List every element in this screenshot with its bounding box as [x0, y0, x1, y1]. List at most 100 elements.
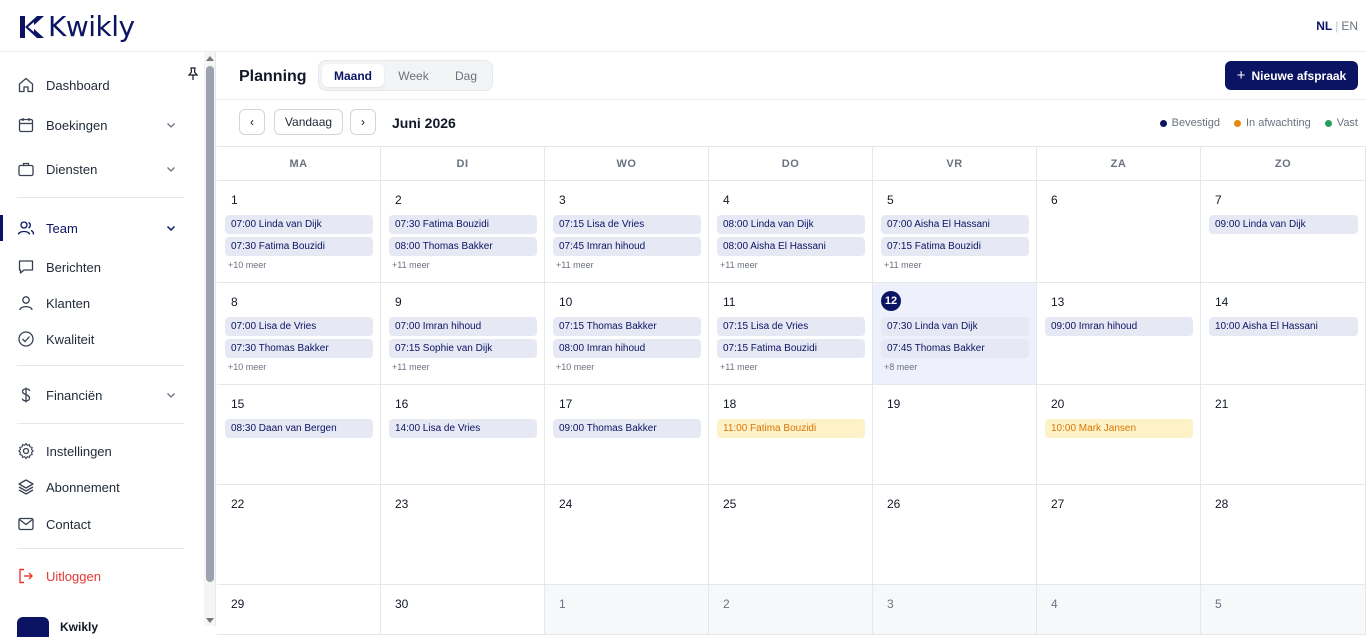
calendar-day[interactable]: 29	[217, 585, 381, 634]
more-appointments-link[interactable]: +11 meer	[392, 362, 430, 372]
appointment-chip[interactable]: 07:15 Thomas Bakker	[553, 317, 701, 336]
more-appointments-link[interactable]: +10 meer	[228, 362, 266, 372]
calendar-day[interactable]: 5	[1201, 585, 1366, 634]
sidebar-item-dashboard[interactable]: Dashboard	[0, 67, 204, 103]
appointment-chip[interactable]: 08:00 Imran hihoud	[553, 339, 701, 358]
sidebar-item-uitloggen[interactable]: Uitloggen	[0, 558, 204, 594]
chevron-down-icon[interactable]	[166, 223, 176, 233]
appointment-chip[interactable]: 07:30 Fatima Bouzidi	[225, 237, 373, 256]
sidebar-item-contact[interactable]: Contact	[0, 506, 204, 542]
calendar-day[interactable]: 11 07:15 Lisa de Vries 07:15 Fatima Bouzid…	[709, 283, 873, 384]
more-appointments-link[interactable]: +10 meer	[556, 362, 594, 372]
calendar-day[interactable]: 4	[1037, 585, 1201, 634]
sidebar-item-abonnement[interactable]: Abonnement	[0, 469, 204, 505]
calendar-day[interactable]: 21	[1201, 385, 1366, 484]
more-appointments-link[interactable]: +11 meer	[720, 362, 758, 372]
calendar-day[interactable]: 2	[709, 585, 873, 634]
tab-dag[interactable]: Dag	[443, 64, 489, 87]
calendar-day[interactable]: 27	[1037, 485, 1201, 584]
sidebar-item-diensten[interactable]: Diensten	[0, 151, 204, 187]
appointment-chip[interactable]: 07:00 Aisha El Hassani	[881, 215, 1029, 234]
calendar-day[interactable]: 3 07:15 Lisa de Vries 07:45 Imran hihoud +1…	[545, 181, 709, 282]
appointment-chip[interactable]: 07:15 Fatima Bouzidi	[717, 339, 865, 358]
tab-week[interactable]: Week	[386, 64, 441, 87]
scroll-thumb[interactable]	[206, 66, 214, 582]
app-logo[interactable]: Kwikly	[18, 10, 135, 43]
calendar-day[interactable]: 28	[1201, 485, 1366, 584]
appointment-chip[interactable]: 09:00 Thomas Bakker	[553, 419, 701, 438]
lang-en[interactable]: EN	[1341, 19, 1358, 33]
calendar-day[interactable]: 4 08:00 Linda van Dijk 08:00 Aisha El Hass…	[709, 181, 873, 282]
calendar-day[interactable]: 16 14:00 Lisa de Vries	[381, 385, 545, 484]
appointment-chip[interactable]: 11:00 Fatima Bouzidi	[717, 419, 865, 438]
scroll-up-arrow[interactable]	[206, 56, 214, 61]
chevron-down-icon[interactable]	[166, 120, 176, 130]
more-appointments-link[interactable]: +11 meer	[720, 260, 758, 270]
appointment-chip[interactable]: 08:00 Linda van Dijk	[717, 215, 865, 234]
sidebar-item-klanten[interactable]: Klanten	[0, 285, 204, 321]
chevron-down-icon[interactable]	[166, 390, 176, 400]
calendar-day[interactable]: 23	[381, 485, 545, 584]
sidebar-item-team[interactable]: Team	[0, 210, 204, 246]
calendar-day[interactable]: 17 09:00 Thomas Bakker	[545, 385, 709, 484]
scroll-down-arrow[interactable]	[206, 618, 214, 623]
sidebar-item-boekingen[interactable]: Boekingen	[0, 107, 204, 143]
appointment-chip[interactable]: 08:30 Daan van Bergen	[225, 419, 373, 438]
appointment-chip[interactable]: 07:00 Linda van Dijk	[225, 215, 373, 234]
appointment-chip[interactable]: 08:00 Aisha El Hassani	[717, 237, 865, 256]
appointment-chip[interactable]: 07:45 Imran hihoud	[553, 237, 701, 256]
more-appointments-link[interactable]: +11 meer	[392, 260, 430, 270]
appointment-chip[interactable]: 07:15 Lisa de Vries	[717, 317, 865, 336]
calendar-day[interactable]: 25	[709, 485, 873, 584]
appointment-chip[interactable]: 07:15 Fatima Bouzidi	[881, 237, 1029, 256]
calendar-day[interactable]: 14 10:00 Aisha El Hassani	[1201, 283, 1366, 384]
today-button[interactable]: Vandaag	[274, 109, 343, 135]
calendar-day[interactable]: 22	[217, 485, 381, 584]
next-month-button[interactable]: ›	[350, 109, 376, 135]
calendar-day[interactable]: 26	[873, 485, 1037, 584]
calendar-day[interactable]: 15 08:30 Daan van Bergen	[217, 385, 381, 484]
appointment-chip[interactable]: 07:45 Thomas Bakker	[881, 339, 1029, 358]
calendar-day[interactable]: 24	[545, 485, 709, 584]
calendar-day[interactable]: 8 07:00 Lisa de Vries 07:30 Thomas Bakker +…	[217, 283, 381, 384]
sidebar-item-berichten[interactable]: Berichten	[0, 249, 204, 285]
more-appointments-link[interactable]: +11 meer	[556, 260, 594, 270]
appointment-chip[interactable]: 07:00 Lisa de Vries	[225, 317, 373, 336]
calendar-day[interactable]: 3	[873, 585, 1037, 634]
calendar-day[interactable]: 30	[381, 585, 545, 634]
prev-month-button[interactable]: ‹	[239, 109, 265, 135]
appointment-chip[interactable]: 10:00 Aisha El Hassani	[1209, 317, 1358, 336]
more-appointments-link[interactable]: +8 meer	[884, 362, 917, 372]
calendar-day[interactable]: 1	[545, 585, 709, 634]
calendar-day[interactable]: 6	[1037, 181, 1201, 282]
appointment-chip[interactable]: 07:30 Thomas Bakker	[225, 339, 373, 358]
appointment-chip[interactable]: 07:15 Lisa de Vries	[553, 215, 701, 234]
appointment-chip[interactable]: 09:00 Imran hihoud	[1045, 317, 1193, 336]
appointment-chip[interactable]: 09:00 Linda van Dijk	[1209, 215, 1358, 234]
calendar-day[interactable]: 5 07:00 Aisha El Hassani 07:15 Fatima Bouz…	[873, 181, 1037, 282]
lang-nl[interactable]: NL	[1316, 19, 1332, 33]
chevron-down-icon[interactable]	[166, 164, 176, 174]
appointment-chip[interactable]: 08:00 Thomas Bakker	[389, 237, 537, 256]
calendar-day[interactable]: 18 11:00 Fatima Bouzidi	[709, 385, 873, 484]
calendar-day[interactable]: 10 07:15 Thomas Bakker 08:00 Imran hihoud +…	[545, 283, 709, 384]
more-appointments-link[interactable]: +11 meer	[884, 260, 922, 270]
calendar-day[interactable]: 2 07:30 Fatima Bouzidi 08:00 Thomas Bakker…	[381, 181, 545, 282]
calendar-day[interactable]: 20 10:00 Mark Jansen	[1037, 385, 1201, 484]
appointment-chip[interactable]: 07:30 Linda van Dijk	[881, 317, 1029, 336]
avatar[interactable]	[17, 617, 49, 637]
calendar-day[interactable]: 1 07:00 Linda van Dijk 07:30 Fatima Bouzid…	[217, 181, 381, 282]
appointment-chip[interactable]: 14:00 Lisa de Vries	[389, 419, 537, 438]
sidebar-item-kwaliteit[interactable]: Kwaliteit	[0, 321, 204, 357]
sidebar-item-instellingen[interactable]: Instellingen	[0, 433, 204, 469]
sidebar-item-financien[interactable]: Financiën	[0, 377, 204, 413]
calendar-day[interactable]: 9 07:00 Imran hihoud 07:15 Sophie van Dijk…	[381, 283, 545, 384]
appointment-chip[interactable]: 07:15 Sophie van Dijk	[389, 339, 537, 358]
appointment-chip[interactable]: 07:30 Fatima Bouzidi	[389, 215, 537, 234]
appointment-chip[interactable]: 10:00 Mark Jansen	[1045, 419, 1193, 438]
more-appointments-link[interactable]: +10 meer	[228, 260, 266, 270]
calendar-day[interactable]: 19	[873, 385, 1037, 484]
calendar-day-today[interactable]: 12 07:30 Linda van Dijk 07:45 Thomas Bakke…	[873, 283, 1037, 384]
new-appointment-button[interactable]: + Nieuwe afspraak	[1225, 61, 1358, 90]
calendar-day[interactable]: 7 09:00 Linda van Dijk	[1201, 181, 1366, 282]
